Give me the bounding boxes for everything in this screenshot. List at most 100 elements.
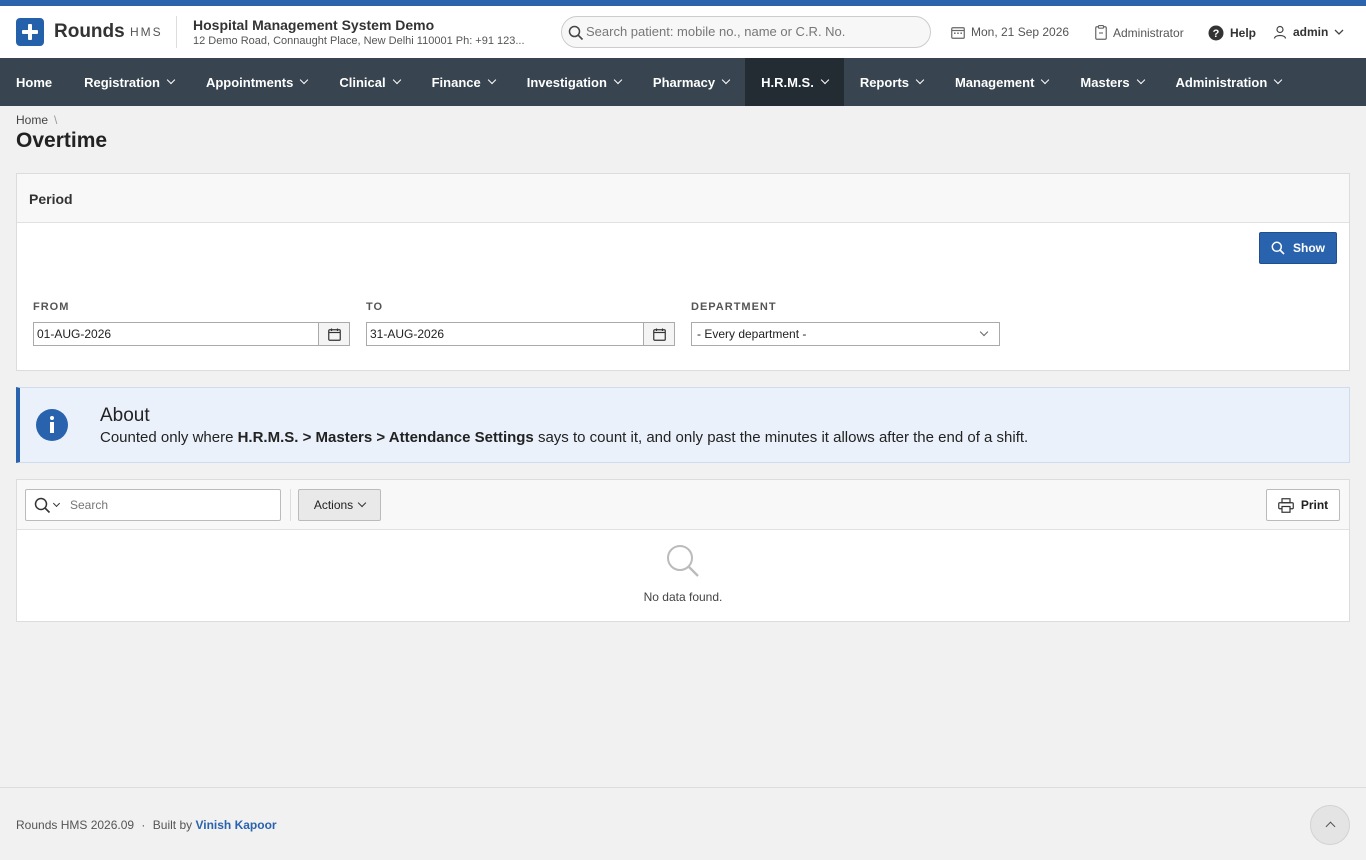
patient-search-input[interactable] — [586, 24, 916, 39]
nav-item-pharmacy[interactable]: Pharmacy — [637, 58, 745, 106]
page-title: Overtime — [16, 129, 108, 152]
to-calendar-button[interactable] — [644, 322, 675, 346]
header-role-text: Administrator — [1113, 25, 1184, 40]
help-icon: ? — [1208, 25, 1224, 41]
chevron-down-icon — [820, 75, 830, 85]
user-name: admin — [1293, 25, 1329, 39]
footer-author-link[interactable]: Vinish Kapoor — [195, 818, 276, 832]
chevron-down-icon — [392, 75, 401, 85]
svg-text:?: ? — [1213, 28, 1220, 40]
chevron-down-icon — [166, 75, 176, 85]
printer-icon — [1277, 497, 1294, 513]
nav-item-administration[interactable]: Administration — [1160, 58, 1298, 106]
logo-icon[interactable] — [16, 18, 44, 46]
nav-item-investigation[interactable]: Investigation — [511, 58, 637, 106]
nav-label: Appointments — [205, 74, 294, 90]
header-date: Mon, 21 Sep 2026 — [951, 25, 1069, 39]
footer-dot: · — [141, 818, 146, 832]
clipboard-icon — [1095, 25, 1107, 40]
toolbar-divider — [290, 489, 291, 521]
about-title: About — [100, 405, 150, 426]
nav-item-clinical[interactable]: Clinical — [323, 58, 415, 106]
nav-label: Reports — [859, 74, 909, 90]
calendar-icon — [951, 26, 965, 39]
footer-version: Rounds HMS 2026.09 — [16, 818, 135, 832]
chevron-down-icon[interactable] — [52, 499, 61, 508]
nav-item-hrms[interactable]: H.R.M.S. — [745, 58, 844, 106]
nav-item-management[interactable]: Management — [939, 58, 1064, 106]
to-label: TO — [366, 301, 384, 313]
main-nav: Home Registration Appointments Clinical … — [0, 58, 1366, 106]
nav-label: Management — [954, 74, 1035, 90]
report-search-input[interactable] — [70, 498, 270, 512]
show-label: Show — [1293, 241, 1325, 255]
report-search-box[interactable] — [25, 489, 281, 521]
user-menu[interactable]: admin — [1273, 25, 1344, 39]
header-role[interactable]: Administrator — [1095, 25, 1184, 40]
hospital-address: 12 Demo Road, Connaught Place, New Delhi… — [193, 35, 525, 47]
chevron-down-icon — [1274, 75, 1283, 85]
nav-label: Home — [16, 74, 53, 90]
actions-label: Actions — [313, 498, 354, 512]
nav-label: Investigation — [526, 74, 607, 90]
nav-item-registration[interactable]: Registration — [68, 58, 190, 106]
chevron-down-icon — [979, 327, 989, 337]
header-divider — [176, 16, 177, 48]
department-select[interactable]: - Every department - — [691, 322, 1000, 346]
breadcrumb-home-link[interactable]: Home — [16, 113, 48, 127]
calendar-icon — [652, 328, 666, 341]
about-text-part: says to count it, and only past the minu… — [533, 429, 1029, 446]
nav-label: Clinical — [339, 74, 386, 90]
nav-label: Finance — [431, 74, 481, 90]
chevron-down-icon — [1136, 75, 1145, 85]
app-header: Rounds HMS Hospital Management System De… — [0, 6, 1366, 58]
nav-label: Registration — [84, 74, 160, 90]
nav-item-finance[interactable]: Finance — [416, 58, 511, 106]
report-toolbar: Actions Print — [17, 480, 1349, 530]
period-panel: Period Show FROM 01-AUG-2026 TO 31-AUG-2… — [16, 173, 1350, 371]
department-selected-value: - Every department - — [697, 327, 807, 341]
help-label: Help — [1230, 26, 1257, 40]
breadcrumb: Home \ — [16, 113, 57, 127]
chevron-down-icon — [915, 75, 925, 85]
from-calendar-button[interactable] — [319, 322, 350, 346]
department-label: DEPARTMENT — [691, 301, 777, 313]
nav-item-home[interactable]: Home — [0, 58, 68, 106]
scroll-to-top-button[interactable] — [1310, 805, 1350, 845]
no-data-message: No data found. — [643, 590, 723, 604]
info-icon — [36, 409, 68, 441]
actions-menu-button[interactable]: Actions — [298, 489, 381, 521]
nav-label: Administration — [1175, 74, 1268, 90]
nav-item-appointments[interactable]: Appointments — [190, 58, 323, 106]
breadcrumb-separator: \ — [54, 113, 58, 127]
nav-item-masters[interactable]: Masters — [1064, 58, 1159, 106]
chevron-down-icon — [721, 75, 731, 85]
show-button[interactable]: Show — [1259, 232, 1337, 264]
search-icon — [568, 25, 584, 41]
header-date-text: Mon, 21 Sep 2026 — [971, 25, 1070, 39]
search-icon[interactable] — [34, 497, 51, 514]
help-link[interactable]: ? Help — [1208, 25, 1256, 41]
print-button[interactable]: Print — [1266, 489, 1340, 521]
patient-search-box[interactable] — [561, 16, 931, 48]
no-data-search-icon — [667, 545, 699, 577]
chevron-down-icon — [613, 75, 623, 85]
overtime-report: Actions Print No data found. — [16, 479, 1350, 622]
chevron-down-icon — [1334, 29, 1344, 35]
print-label: Print — [1300, 498, 1329, 512]
hospital-name: Hospital Management System Demo — [193, 17, 435, 33]
to-date-input[interactable]: 31-AUG-2026 — [366, 322, 644, 346]
about-settings-path: H.R.M.S. > Masters > Attendance Settings — [237, 429, 534, 446]
footer-text: Rounds HMS 2026.09 · Built by Vinish Kap… — [16, 818, 277, 832]
footer-built-by: Built by — [152, 818, 193, 832]
brand-name[interactable]: Rounds — [54, 21, 125, 43]
nav-label: Masters — [1080, 74, 1130, 90]
about-callout: About Counted only where H.R.M.S. > Mast… — [16, 387, 1350, 463]
nav-label: H.R.M.S. — [761, 74, 814, 90]
chevron-down-icon — [1041, 75, 1050, 85]
nav-label: Pharmacy — [652, 74, 716, 90]
chevron-down-icon — [487, 75, 496, 85]
from-date-input[interactable]: 01-AUG-2026 — [33, 322, 319, 346]
page-footer: Rounds HMS 2026.09 · Built by Vinish Kap… — [0, 787, 1366, 860]
nav-item-reports[interactable]: Reports — [844, 58, 939, 106]
